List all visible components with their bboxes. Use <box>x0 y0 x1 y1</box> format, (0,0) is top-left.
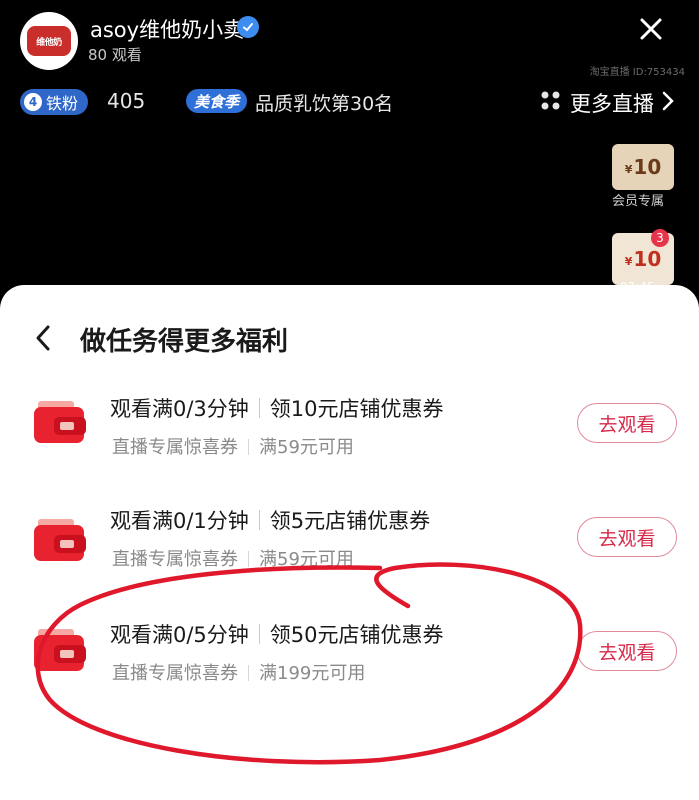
divider <box>248 551 249 567</box>
wallet-icon <box>34 629 86 671</box>
task-goal: 观看满0/1分钟 <box>110 509 249 533</box>
live-id: 淘宝直播 ID:753434 <box>589 67 685 78</box>
task-reward: 领5元店铺优惠券 <box>269 509 431 533</box>
coupon-count-badge: 3 <box>651 229 669 247</box>
coupon-condition: 满59元可用 <box>259 437 354 458</box>
verified-icon <box>237 16 259 38</box>
task-item: 观看满0/5分钟 领50元店铺优惠券 直播专属惊喜券 满199元可用 去观看 <box>0 603 699 703</box>
more-live-button[interactable]: 更多直播 <box>540 88 674 118</box>
coupon-type: 直播专属惊喜券 <box>112 437 238 458</box>
task-item: 观看满0/3分钟 领10元店铺优惠券 直播专属惊喜券 满59元可用 去观看 <box>0 377 699 477</box>
task-subtitle: 直播专属惊喜券 满59元可用 <box>112 433 354 459</box>
chevron-right-icon <box>662 91 674 116</box>
task-goal: 观看满0/5分钟 <box>110 623 249 647</box>
coupon-currency: ¥ <box>624 255 633 268</box>
coupon-amount: 10 <box>633 247 662 271</box>
divider <box>248 665 249 681</box>
task-item: 观看满0/1分钟 领5元店铺优惠券 直播专属惊喜券 满59元可用 去观看 <box>0 489 699 589</box>
task-goal: 观看满0/3分钟 <box>110 397 249 421</box>
avatar-logo: 维他奶 <box>27 26 71 56</box>
sheet-title: 做任务得更多福利 <box>80 327 289 357</box>
go-watch-button[interactable]: 去观看 <box>577 631 677 671</box>
task-title: 观看满0/3分钟 领10元店铺优惠券 <box>110 393 444 423</box>
close-icon[interactable] <box>634 12 668 46</box>
coupon-condition: 满59元可用 <box>259 549 354 570</box>
fans-badge[interactable]: 4 铁粉 <box>20 89 89 115</box>
more-live-label: 更多直播 <box>570 92 654 116</box>
task-subtitle: 直播专属惊喜券 满199元可用 <box>112 659 365 685</box>
member-coupon-label: 会员专属 <box>612 194 665 209</box>
task-subtitle: 直播专属惊喜券 满59元可用 <box>112 545 354 571</box>
coupon-amount: 10 <box>633 155 662 179</box>
task-reward: 领50元店铺优惠券 <box>269 623 444 647</box>
task-title: 观看满0/1分钟 领5元店铺优惠券 <box>110 505 430 535</box>
coupon-condition: 满199元可用 <box>259 663 366 684</box>
fans-count: 405 <box>107 89 146 113</box>
rank-text[interactable]: 品质乳饮第30名 <box>255 89 393 116</box>
shop-name[interactable]: asoy维他奶小卖 <box>90 14 244 44</box>
task-title: 观看满0/5分钟 领50元店铺优惠券 <box>110 619 444 649</box>
go-watch-button[interactable]: 去观看 <box>577 517 677 557</box>
divider <box>248 439 249 455</box>
divider <box>258 398 260 418</box>
fans-badge-label: 铁粉 <box>46 94 79 113</box>
coupon-currency: ¥ <box>624 163 633 176</box>
coupon-type: 直播专属惊喜券 <box>112 663 238 684</box>
back-arrow-icon[interactable] <box>30 323 56 353</box>
coupon-type: 直播专属惊喜券 <box>112 549 238 570</box>
task-reward: 领10元店铺优惠券 <box>269 397 444 421</box>
fans-badge-icon: 4 <box>24 93 42 111</box>
grid-icon <box>540 90 562 117</box>
divider <box>258 624 260 644</box>
wallet-icon <box>34 401 86 443</box>
task-sheet: 做任务得更多福利 观看满0/3分钟 领10元店铺优惠券 直播专属惊喜券 满59元可用… <box>0 285 699 800</box>
season-badge[interactable]: 美食季 <box>186 89 248 113</box>
viewer-count: 80 观看 <box>88 46 142 64</box>
shop-avatar[interactable]: 维他奶 <box>20 12 78 70</box>
member-coupon[interactable]: ¥ 10 <box>612 144 674 190</box>
go-watch-button[interactable]: 去观看 <box>577 403 677 443</box>
divider <box>258 510 260 530</box>
wallet-icon <box>34 519 86 561</box>
